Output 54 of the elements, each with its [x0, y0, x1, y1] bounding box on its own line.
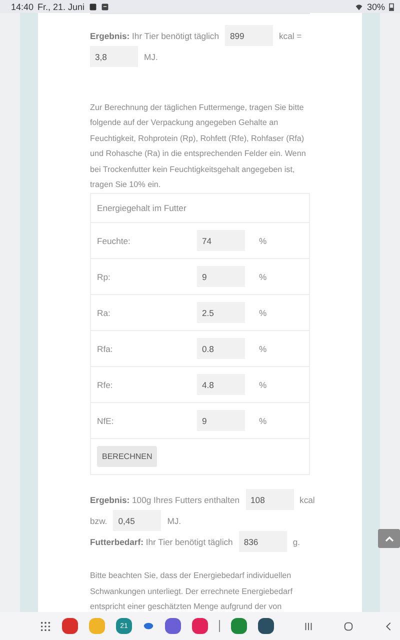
- table-title: Energiegehalt im Futter: [97, 203, 186, 214]
- field-label: Rfa:: [97, 344, 114, 354]
- home-icon[interactable]: [343, 620, 354, 632]
- field-label: Rfe:: [97, 380, 114, 390]
- value-field[interactable]: 2.5: [197, 302, 245, 324]
- field-label: Rp:: [97, 272, 112, 282]
- unit-label: g.: [292, 536, 300, 547]
- requirement-text: Futterbedarf: Ihr Tier benötigt täglich: [90, 536, 233, 547]
- battery-level: 30%: [366, 2, 385, 12]
- notes-app-icon[interactable]: [62, 618, 78, 634]
- wifi-icon: [354, 2, 363, 10]
- unit-label: MJ.: [167, 516, 182, 526]
- unit-label: kcal: [300, 494, 315, 505]
- unit-label: %: [259, 272, 267, 282]
- calculate-button[interactable]: BERECHNEN: [97, 446, 158, 468]
- unit-label: %: [259, 416, 267, 426]
- unit-label: %: [259, 308, 267, 318]
- unit-label: kcal =: [278, 30, 302, 40]
- status-date: Fr., 21. Juni: [38, 2, 85, 12]
- amount-field[interactable]: 836: [238, 531, 287, 552]
- value-field[interactable]: 9: [197, 266, 245, 288]
- scroll-top-button[interactable]: [378, 529, 400, 548]
- recent-apps-icon[interactable]: [303, 620, 314, 632]
- value-field[interactable]: 9: [197, 410, 245, 432]
- result-text: Ergebnis: 100g Ihres Futters enthalten: [90, 494, 240, 505]
- chevron-up-icon: [384, 536, 394, 542]
- unit-label: MJ.: [144, 52, 158, 62]
- unit-label: %: [259, 344, 267, 354]
- field-label: NfE:: [97, 416, 115, 426]
- app-grid-icon[interactable]: [40, 620, 51, 632]
- value-field[interactable]: 4.8: [197, 374, 245, 396]
- image-icon: [88, 2, 97, 10]
- chat-app-icon[interactable]: [231, 618, 247, 634]
- kcal-field[interactable]: 899: [224, 25, 273, 46]
- note-text: Bitte beachten Sie, dass der Energiebedarf individuellen Schwankungen unterliegt. Der errechnete Energiebedarf entspricht einer geschätzten Menge aufgrund der von: [90, 570, 294, 612]
- mj-field[interactable]: 3,8: [90, 46, 138, 67]
- status-time: 14:40: [11, 2, 34, 12]
- chat-bubble-icon[interactable]: [143, 620, 154, 632]
- wallpaper-app-icon[interactable]: [258, 618, 274, 634]
- kcal-field[interactable]: 108: [246, 489, 294, 510]
- unit-label: %: [259, 236, 267, 246]
- unit-label: %: [259, 380, 267, 390]
- battery-icon: [389, 2, 394, 10]
- value-field[interactable]: 74: [197, 230, 245, 252]
- browser-app-icon[interactable]: [165, 618, 181, 634]
- field-label: Ra:: [97, 308, 112, 318]
- value-field[interactable]: 0.8: [197, 338, 245, 360]
- mj-field[interactable]: 0,45: [113, 510, 162, 532]
- field-label: Feuchte:: [97, 236, 132, 246]
- notification-icon: [100, 2, 109, 10]
- instructions-text: Zur Berechnung der täglichen Futtermenge, tragen Sie bitte folgende auf der Verpackung angegeben Gehalte an Feuchtigkeit, Rohprotein (Rp), Rohfett (Rfe), Rohfaser (Rfa) und Rohasche (Ra) in die entsprechenden Felder ein. Wenn bei Trockenfutter kein Feuchtigkeitsgehalt angegeben ist, tragen Sie 10% ein.: [90, 102, 307, 192]
- camera-app-icon[interactable]: [192, 618, 208, 634]
- result-text: Ergebnis: Ihr Tier benötigt täglich: [90, 30, 219, 40]
- prefix-label: bzw.: [90, 516, 108, 526]
